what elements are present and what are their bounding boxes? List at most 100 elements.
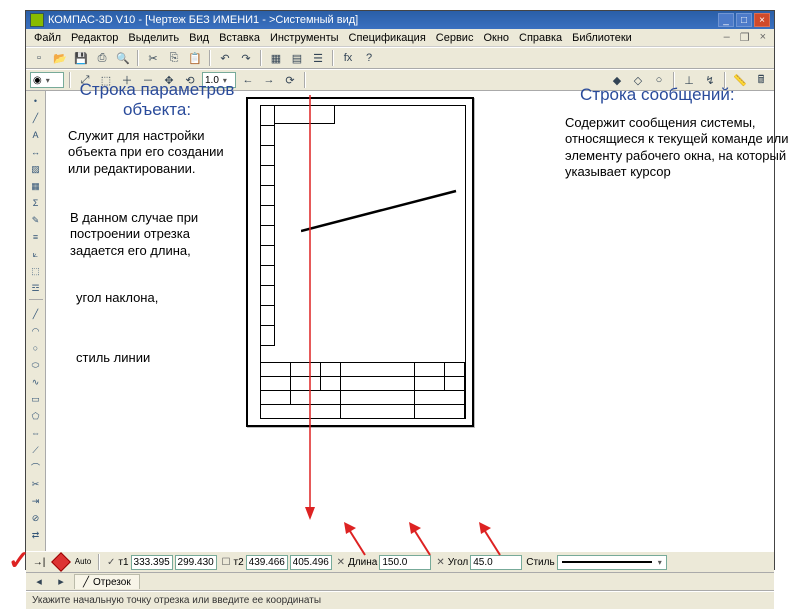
spec-tool-icon[interactable]: ☲ — [28, 280, 44, 296]
open-icon[interactable]: 📂 — [51, 49, 69, 67]
arc-icon[interactable]: ◠ — [28, 323, 44, 339]
grid-icon[interactable]: ▦ — [267, 49, 285, 67]
menu-insert[interactable]: Вставка — [215, 31, 264, 45]
zoom-prev-icon[interactable]: ← — [239, 71, 257, 89]
rect-icon[interactable]: ▭ — [28, 391, 44, 407]
tab-next-icon[interactable]: ▸ — [52, 573, 70, 591]
zoom-out-icon[interactable]: － — [139, 71, 157, 89]
param-icon[interactable]: ≡ — [28, 229, 44, 245]
undo-icon[interactable]: ↶ — [216, 49, 234, 67]
vars-icon[interactable]: fx — [339, 49, 357, 67]
auto-icon[interactable]: Auto — [74, 553, 92, 571]
pt1-x-input[interactable] — [131, 555, 173, 570]
maximize-button[interactable]: □ — [736, 13, 752, 27]
menu-select[interactable]: Выделить — [124, 31, 183, 45]
new-icon[interactable]: ▫ — [30, 49, 48, 67]
status-message: Укажите начальную точку отрезка или введ… — [32, 595, 321, 606]
snap-end-icon[interactable]: ◆ — [608, 71, 626, 89]
ortho-icon[interactable]: ⊥ — [680, 71, 698, 89]
menu-tools[interactable]: Инструменты — [266, 31, 343, 45]
menu-window[interactable]: Окно — [479, 31, 513, 45]
snap-center-icon[interactable]: ○ — [650, 71, 668, 89]
copy-icon[interactable]: ⎘ — [165, 49, 183, 67]
offset-icon[interactable]: ⇔ — [28, 425, 44, 441]
menu-file[interactable]: Файл — [30, 31, 65, 45]
stop-button[interactable] — [52, 553, 70, 571]
dim-tool-icon[interactable]: ↔ — [28, 144, 44, 160]
angle-field: ✕ Угол — [435, 555, 522, 570]
minimize-button[interactable]: _ — [718, 13, 734, 27]
text-tool-icon[interactable]: A — [28, 127, 44, 143]
pt2-x-input[interactable] — [246, 555, 288, 570]
tab-segment[interactable]: ╱ Отрезок — [74, 574, 140, 589]
preview-icon[interactable]: 🔍 — [114, 49, 132, 67]
pt2-y-input[interactable] — [290, 555, 332, 570]
snap-mid-icon[interactable]: ◇ — [629, 71, 647, 89]
extend-icon[interactable]: ⇥ — [28, 493, 44, 509]
redo-icon[interactable]: ↷ — [237, 49, 255, 67]
zoom-window-icon[interactable]: ⬚ — [97, 71, 115, 89]
separator — [304, 72, 306, 88]
menu-spec[interactable]: Спецификация — [345, 31, 430, 45]
cut-icon[interactable]: ✂ — [144, 49, 162, 67]
menu-edit[interactable]: Редактор — [67, 31, 122, 45]
polygon-icon[interactable]: ⬠ — [28, 408, 44, 424]
table-icon[interactable]: ▦ — [28, 178, 44, 194]
pt1-y-input[interactable] — [175, 555, 217, 570]
measure-icon[interactable]: 📏 — [731, 71, 749, 89]
trim-icon[interactable]: ✂ — [28, 476, 44, 492]
hatch-tool-icon[interactable]: ▨ — [28, 161, 44, 177]
measure-tool-icon[interactable]: ⟀ — [28, 246, 44, 262]
circle-icon[interactable]: ○ — [28, 340, 44, 356]
angle-input[interactable] — [470, 555, 522, 570]
coord-icon[interactable]: ↯ — [701, 71, 719, 89]
zoom-in-icon[interactable]: ＋ — [118, 71, 136, 89]
pt1-label: т1 — [118, 557, 128, 568]
menu-view[interactable]: Вид — [185, 31, 213, 45]
frame-side — [261, 106, 275, 362]
mdi-min[interactable]: – — [720, 30, 734, 45]
menu-help[interactable]: Справка — [515, 31, 566, 45]
state-combo[interactable]: ◉ ▾ — [30, 72, 64, 88]
print-icon[interactable]: ⎙ — [93, 49, 111, 67]
line-tool-icon[interactable]: ╱ — [28, 110, 44, 126]
lock-icon[interactable]: ✕ — [435, 557, 445, 568]
drawing-canvas[interactable] — [46, 91, 774, 551]
zoom-combo[interactable]: 1.0▾ — [202, 72, 236, 88]
pan-icon[interactable]: ✥ — [160, 71, 178, 89]
segment-icon[interactable]: ╱ — [28, 306, 44, 322]
refresh-icon[interactable]: ⟳ — [281, 71, 299, 89]
fillet-icon[interactable]: ⌒ — [28, 459, 44, 475]
symbol-icon[interactable]: Σ — [28, 195, 44, 211]
calc-icon[interactable]: 🖩 — [752, 71, 770, 89]
zoom-all-icon[interactable]: ⤢ — [76, 71, 94, 89]
select-tool-icon[interactable]: ⬚ — [28, 263, 44, 279]
save-icon[interactable]: 💾 — [72, 49, 90, 67]
help-icon[interactable]: ? — [360, 49, 378, 67]
paste-icon[interactable]: 📋 — [186, 49, 204, 67]
edit-tool-icon[interactable]: ✎ — [28, 212, 44, 228]
tab-prev-icon[interactable]: ◂ — [30, 573, 48, 591]
style-field: Стиль ▾ — [526, 555, 666, 570]
lock-icon[interactable]: ✓ — [106, 557, 116, 568]
rotate-icon[interactable]: ⟲ — [181, 71, 199, 89]
mdi-max[interactable]: ❐ — [736, 30, 754, 45]
zoom-next-icon[interactable]: → — [260, 71, 278, 89]
mdi-close[interactable]: × — [756, 30, 770, 45]
close-button[interactable]: × — [754, 13, 770, 27]
lock-icon[interactable]: ✕ — [336, 557, 346, 568]
spline-icon[interactable]: ∿ — [28, 374, 44, 390]
length-input[interactable] — [379, 555, 431, 570]
point-tool-icon[interactable]: • — [28, 93, 44, 109]
mirror-icon[interactable]: ⇄ — [28, 527, 44, 543]
style-combo[interactable]: ▾ — [557, 555, 667, 570]
break-icon[interactable]: ⊘ — [28, 510, 44, 526]
menu-service[interactable]: Сервис — [432, 31, 478, 45]
chamfer-icon[interactable]: ⟋ — [28, 442, 44, 458]
props-icon[interactable]: ☰ — [309, 49, 327, 67]
lock-icon[interactable]: ☐ — [221, 557, 232, 568]
create-object-icon[interactable]: →| — [30, 553, 48, 571]
ellipse-icon[interactable]: ⬭ — [28, 357, 44, 373]
menu-libs[interactable]: Библиотеки — [568, 31, 636, 45]
layers-icon[interactable]: ▤ — [288, 49, 306, 67]
